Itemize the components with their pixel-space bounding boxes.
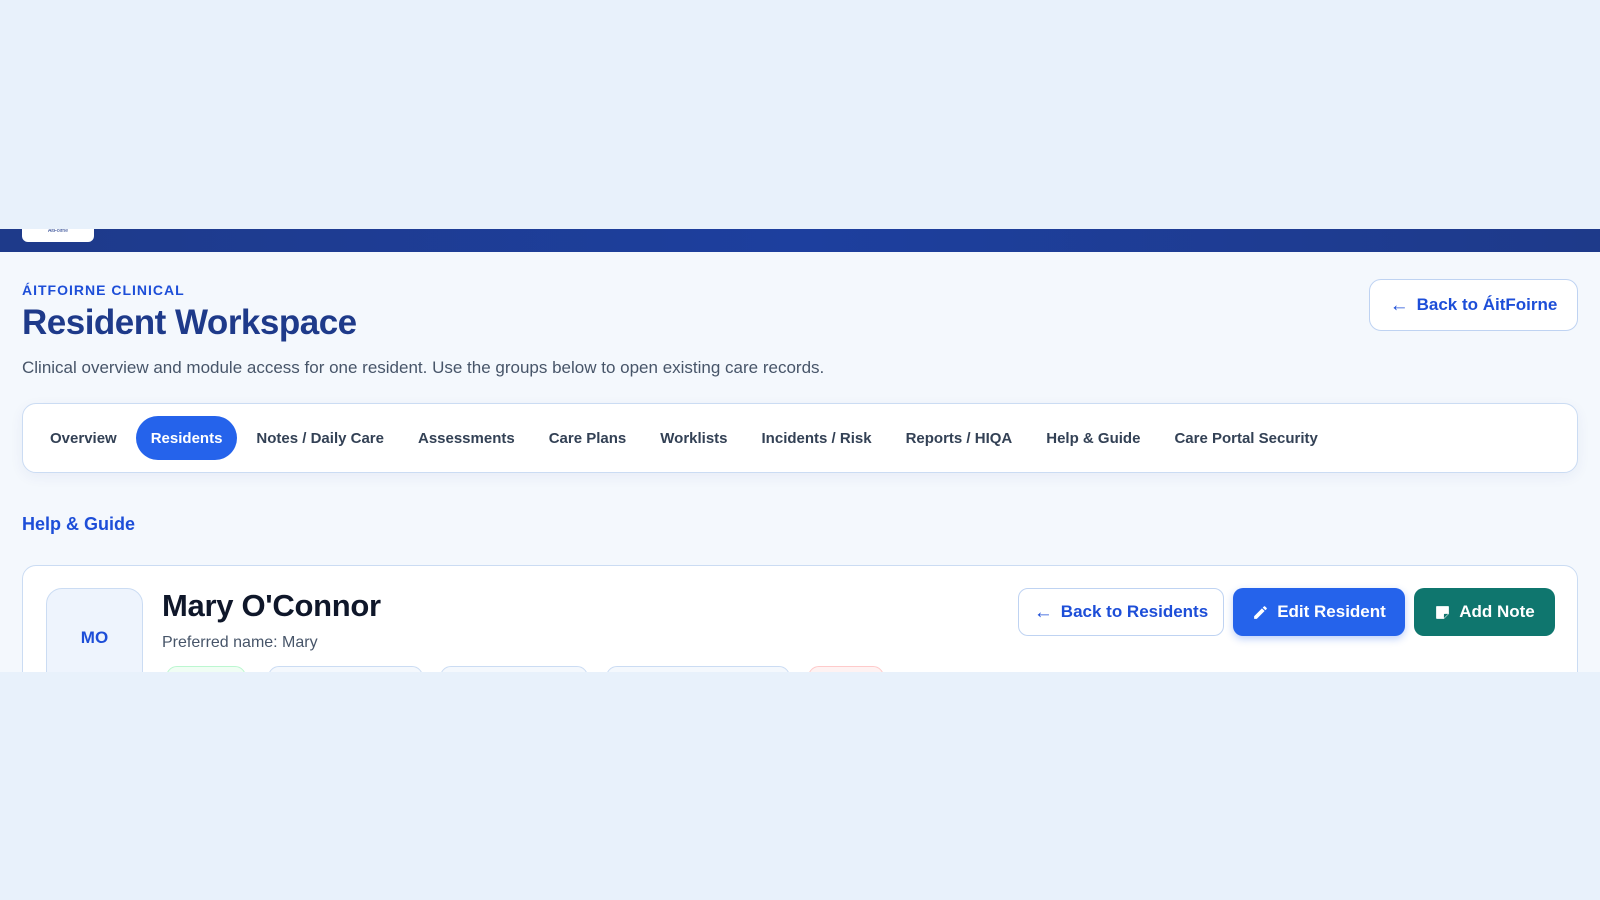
app-viewport: ÁitFoirne ÁITFOIRNE CLINICAL Resident Wo… bbox=[0, 229, 1600, 672]
app-logo[interactable]: ÁitFoirne bbox=[22, 229, 94, 242]
top-bar: ÁitFoirne bbox=[0, 229, 1600, 252]
tab-residents[interactable]: Residents bbox=[135, 416, 238, 460]
tab-worklists[interactable]: Worklists bbox=[645, 416, 742, 460]
help-guide-link[interactable]: Help & Guide bbox=[22, 514, 135, 535]
info-chip bbox=[606, 666, 790, 672]
tab-overview[interactable]: Overview bbox=[35, 416, 132, 460]
page-description: Clinical overview and module access for … bbox=[22, 358, 825, 377]
edit-resident-button[interactable]: Edit Resident bbox=[1233, 588, 1405, 636]
tab-assessments[interactable]: Assessments bbox=[403, 416, 530, 460]
add-note-label: Add Note bbox=[1459, 602, 1535, 621]
arrow-left-icon: ← bbox=[1033, 601, 1053, 623]
info-chip bbox=[268, 666, 423, 672]
tab-incidents-risk[interactable]: Incidents / Risk bbox=[747, 416, 887, 460]
avatar: MO bbox=[46, 588, 143, 672]
info-chip bbox=[440, 666, 588, 672]
status-badge bbox=[166, 666, 246, 672]
pencil-icon bbox=[1254, 605, 1268, 619]
tab-care-plans[interactable]: Care Plans bbox=[534, 416, 642, 460]
tab-notes-daily-care[interactable]: Notes / Daily Care bbox=[241, 416, 399, 460]
page-title: Resident Workspace bbox=[22, 303, 357, 342]
back-to-app-label: Back to ÁitFoirne bbox=[1416, 295, 1558, 314]
edit-resident-label: Edit Resident bbox=[1277, 602, 1386, 621]
add-note-button[interactable]: Add Note bbox=[1414, 588, 1555, 636]
back-to-residents-label: Back to Residents bbox=[1060, 602, 1209, 621]
tab-care-portal-security[interactable]: Care Portal Security bbox=[1159, 416, 1332, 460]
resident-card: MO Mary O'Connor Preferred name: Mary ← … bbox=[22, 565, 1578, 672]
back-to-app-button[interactable]: ← Back to ÁitFoirne bbox=[1369, 279, 1578, 331]
arrow-left-icon: ← bbox=[1389, 294, 1409, 316]
section-eyebrow: ÁITFOIRNE CLINICAL bbox=[22, 282, 185, 298]
back-to-residents-button[interactable]: ← Back to Residents bbox=[1018, 588, 1224, 636]
preferred-name: Preferred name: Mary bbox=[162, 634, 318, 651]
note-icon bbox=[1436, 605, 1450, 619]
tab-reports-hiqa[interactable]: Reports / HIQA bbox=[891, 416, 1028, 460]
tab-help-guide[interactable]: Help & Guide bbox=[1031, 416, 1155, 460]
resident-name: Mary O'Connor bbox=[162, 588, 381, 623]
module-nav: Overview Residents Notes / Daily Care As… bbox=[22, 403, 1578, 473]
alert-badge bbox=[808, 666, 884, 672]
